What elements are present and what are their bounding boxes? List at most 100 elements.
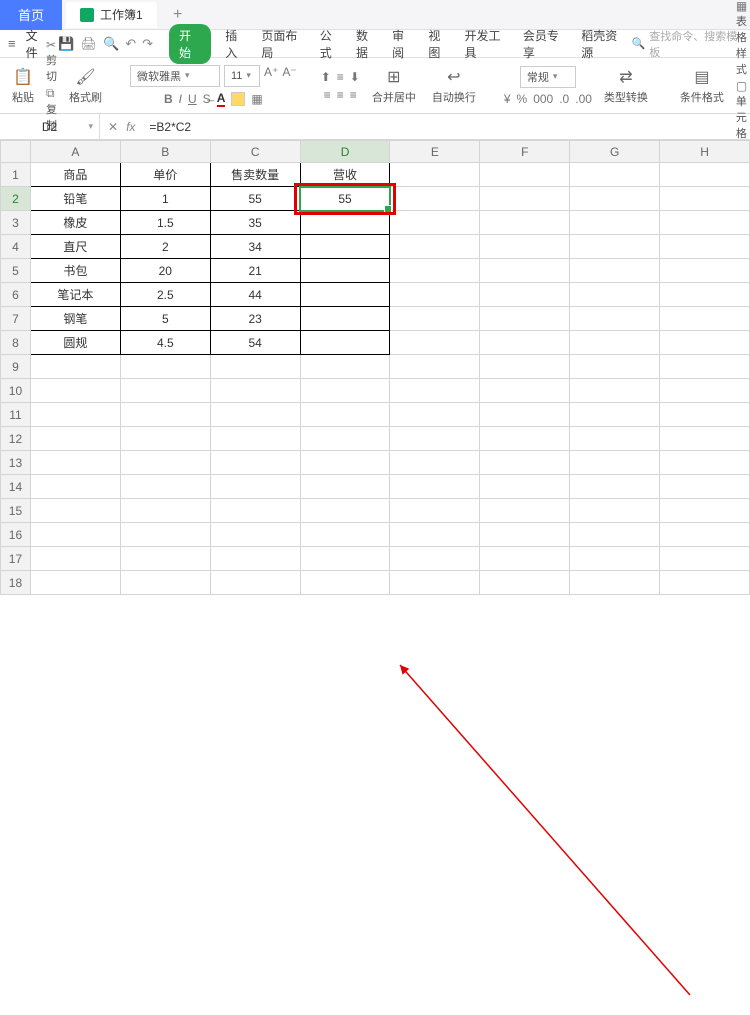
cell-F1[interactable]: [480, 163, 570, 187]
cell-D14[interactable]: [300, 475, 390, 499]
comma-icon[interactable]: 000: [533, 92, 553, 106]
cell-B2[interactable]: 1: [120, 187, 210, 211]
cell-G17[interactable]: [570, 547, 660, 571]
cell-H13[interactable]: [660, 451, 750, 475]
bold-icon[interactable]: B: [164, 92, 173, 106]
cell-G10[interactable]: [570, 379, 660, 403]
cell-H15[interactable]: [660, 499, 750, 523]
cell-G4[interactable]: [570, 235, 660, 259]
ribbon-tab-review[interactable]: 审阅: [392, 27, 414, 61]
column-header-F[interactable]: F: [480, 141, 570, 163]
cell-A10[interactable]: [30, 379, 120, 403]
cell-F14[interactable]: [480, 475, 570, 499]
strike-icon[interactable]: S̶: [203, 92, 211, 106]
cell-B3[interactable]: 1.5: [120, 211, 210, 235]
row-header-4[interactable]: 4: [1, 235, 31, 259]
cell-H14[interactable]: [660, 475, 750, 499]
cell-A7[interactable]: 钢笔: [30, 307, 120, 331]
cell-A4[interactable]: 直尺: [30, 235, 120, 259]
row-header-6[interactable]: 6: [1, 283, 31, 307]
cell-E9[interactable]: [390, 355, 480, 379]
cell-G3[interactable]: [570, 211, 660, 235]
row-header-2[interactable]: 2: [1, 187, 31, 211]
cell-H5[interactable]: [660, 259, 750, 283]
cell-H6[interactable]: [660, 283, 750, 307]
cell-B12[interactable]: [120, 427, 210, 451]
cell-D1[interactable]: 营收: [300, 163, 390, 187]
cell-B1[interactable]: 单价: [120, 163, 210, 187]
italic-icon[interactable]: I: [179, 92, 182, 106]
cell-B18[interactable]: [120, 571, 210, 595]
cell-B9[interactable]: [120, 355, 210, 379]
cell-H8[interactable]: [660, 331, 750, 355]
search-box[interactable]: 查找命令、搜索模板: [632, 28, 742, 60]
decrease-decimal-icon[interactable]: .0: [559, 92, 569, 106]
percent-icon[interactable]: %: [517, 92, 528, 106]
cell-C2[interactable]: 55: [210, 187, 300, 211]
print-icon[interactable]: 🖨: [81, 36, 98, 52]
cell-D18[interactable]: [300, 571, 390, 595]
cell-F6[interactable]: [480, 283, 570, 307]
cell-A18[interactable]: [30, 571, 120, 595]
table-style-button[interactable]: ▦ 表格样式: [736, 0, 747, 77]
cell-C11[interactable]: [210, 403, 300, 427]
cell-E15[interactable]: [390, 499, 480, 523]
column-header-G[interactable]: G: [570, 141, 660, 163]
column-header-E[interactable]: E: [390, 141, 480, 163]
align-left-icon[interactable]: ≡: [324, 88, 331, 102]
cell-G2[interactable]: [570, 187, 660, 211]
cell-D12[interactable]: [300, 427, 390, 451]
row-header-18[interactable]: 18: [1, 571, 31, 595]
align-top-icon[interactable]: ⬆: [321, 70, 331, 84]
cell-H3[interactable]: [660, 211, 750, 235]
cell-C15[interactable]: [210, 499, 300, 523]
cell-G12[interactable]: [570, 427, 660, 451]
select-all-corner[interactable]: [1, 141, 31, 163]
cell-G11[interactable]: [570, 403, 660, 427]
cell-F5[interactable]: [480, 259, 570, 283]
cell-F4[interactable]: [480, 235, 570, 259]
increase-decimal-icon[interactable]: .00: [575, 92, 592, 106]
type-convert-button[interactable]: ⇄ 类型转换: [600, 65, 652, 107]
cell-C10[interactable]: [210, 379, 300, 403]
redo-icon[interactable]: ↷: [142, 36, 153, 52]
cell-A8[interactable]: 圆规: [30, 331, 120, 355]
cell-D5[interactable]: [300, 259, 390, 283]
cell-B17[interactable]: [120, 547, 210, 571]
cell-D11[interactable]: [300, 403, 390, 427]
cell-C14[interactable]: [210, 475, 300, 499]
cell-E7[interactable]: [390, 307, 480, 331]
align-center-icon[interactable]: ≡: [337, 88, 344, 102]
row-header-17[interactable]: 17: [1, 547, 31, 571]
cell-E2[interactable]: [390, 187, 480, 211]
cell-A17[interactable]: [30, 547, 120, 571]
ribbon-tab-start[interactable]: 开始: [169, 24, 211, 64]
increase-font-icon[interactable]: A⁺: [264, 65, 278, 87]
cell-B6[interactable]: 2.5: [120, 283, 210, 307]
cell-E4[interactable]: [390, 235, 480, 259]
column-header-H[interactable]: H: [660, 141, 750, 163]
cell-D17[interactable]: [300, 547, 390, 571]
cell-G7[interactable]: [570, 307, 660, 331]
cell-A3[interactable]: 橡皮: [30, 211, 120, 235]
cell-C3[interactable]: 35: [210, 211, 300, 235]
row-header-13[interactable]: 13: [1, 451, 31, 475]
name-box[interactable]: D2: [0, 114, 100, 139]
cell-E14[interactable]: [390, 475, 480, 499]
cell-C13[interactable]: [210, 451, 300, 475]
column-header-C[interactable]: C: [210, 141, 300, 163]
cell-B10[interactable]: [120, 379, 210, 403]
cell-H16[interactable]: [660, 523, 750, 547]
fx-icon[interactable]: fx: [126, 120, 135, 134]
cell-F10[interactable]: [480, 379, 570, 403]
cell-E12[interactable]: [390, 427, 480, 451]
menu-icon[interactable]: ≡: [8, 36, 16, 51]
row-header-15[interactable]: 15: [1, 499, 31, 523]
row-header-1[interactable]: 1: [1, 163, 31, 187]
cell-E10[interactable]: [390, 379, 480, 403]
ribbon-tab-view[interactable]: 视图: [428, 27, 450, 61]
cell-D6[interactable]: [300, 283, 390, 307]
cell-H4[interactable]: [660, 235, 750, 259]
font-color-icon[interactable]: A: [217, 91, 226, 107]
row-header-10[interactable]: 10: [1, 379, 31, 403]
